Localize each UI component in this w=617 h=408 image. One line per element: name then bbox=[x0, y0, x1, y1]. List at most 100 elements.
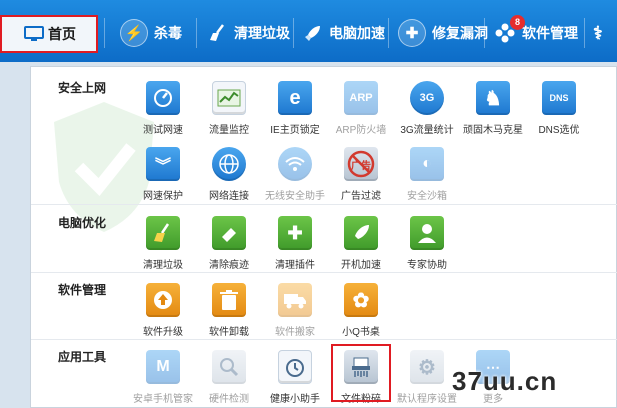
stethoscope-icon: ⚕ bbox=[593, 22, 603, 43]
highlight-box bbox=[331, 344, 391, 402]
top-nav-bar: 首页 ⚡ 杀毒 清理垃圾 电脑加速 ✚ 修复漏洞 8 软件管理 ⚕ bbox=[0, 0, 617, 62]
tab-software-manager-label: 软件管理 bbox=[522, 25, 578, 41]
tool-label: DNS选优 bbox=[538, 125, 580, 136]
hardware-check-icon bbox=[212, 350, 246, 384]
tool-software-upgrade[interactable]: 软件升级 bbox=[127, 283, 199, 338]
tab-toolbox[interactable]: ⚕ bbox=[593, 10, 603, 56]
patch-icon: ✚ bbox=[398, 19, 426, 47]
tool-label: 3G流量统计 bbox=[400, 125, 454, 136]
tool-label: 小Q书桌 bbox=[342, 327, 380, 338]
tab-software-manager[interactable]: 8 软件管理 bbox=[494, 10, 578, 56]
tool-label: 无线安全助手 bbox=[265, 191, 325, 202]
tool-hardware-check[interactable]: 硬件检测 bbox=[193, 350, 265, 405]
tab-home[interactable]: 首页 bbox=[0, 15, 98, 53]
tool-software-move[interactable]: 软件搬家 bbox=[259, 283, 331, 338]
tab-antivirus[interactable]: ⚡ 杀毒 bbox=[120, 10, 182, 56]
speedometer-icon bbox=[146, 81, 180, 115]
tool-dns-optimize[interactable]: DNS DNS选优 bbox=[523, 81, 595, 136]
tab-fix-vulnerability-label: 修复漏洞 bbox=[432, 25, 488, 41]
shield-scan-icon: ⚡ bbox=[120, 19, 148, 47]
tool-label: 硬件检测 bbox=[209, 394, 249, 405]
tool-trojan-killer[interactable]: ♞ 顽固木马克星 bbox=[457, 81, 529, 136]
tool-net-connection[interactable]: 网络连接 bbox=[193, 147, 265, 202]
gear-icon: ⚙ bbox=[410, 350, 444, 384]
truck-icon bbox=[278, 283, 312, 317]
arp-icon: ARP bbox=[344, 81, 378, 115]
tool-sandbox[interactable]: ◐ 安全沙箱 bbox=[391, 147, 463, 202]
tool-label: 安卓手机管家 bbox=[133, 394, 193, 405]
tool-startup-speedup[interactable]: 开机加速 bbox=[325, 216, 397, 271]
3g-icon: 3G bbox=[410, 81, 444, 115]
tool-label: 安全沙箱 bbox=[407, 191, 447, 202]
wifi-icon bbox=[278, 147, 312, 181]
tool-label: IE主页锁定 bbox=[270, 125, 320, 136]
update-count-badge: 8 bbox=[510, 15, 525, 30]
tool-label: 顽固木马克星 bbox=[463, 125, 523, 136]
tab-divider bbox=[196, 18, 197, 48]
tab-home-label: 首页 bbox=[48, 26, 76, 42]
tab-fix-vulnerability[interactable]: ✚ 修复漏洞 bbox=[398, 10, 488, 56]
broom-icon bbox=[146, 216, 180, 250]
tool-software-uninstall[interactable]: 软件卸载 bbox=[193, 283, 265, 338]
tool-q-desk[interactable]: ✿ 小Q书桌 bbox=[325, 283, 397, 338]
dns-icon: DNS bbox=[542, 81, 576, 115]
tool-ie-homepage-lock[interactable]: e IE主页锁定 bbox=[259, 81, 331, 136]
tool-label: 软件升级 bbox=[143, 327, 183, 338]
shield-chevron-icon: ︾ bbox=[146, 147, 180, 181]
tool-label: 清理插件 bbox=[275, 260, 315, 271]
globe-icon bbox=[212, 147, 246, 181]
tool-clear-traces[interactable]: 清除痕迹 bbox=[193, 216, 265, 271]
tab-speedup[interactable]: 电脑加速 bbox=[303, 10, 385, 56]
tool-3g-traffic[interactable]: 3G 3G流量统计 bbox=[391, 81, 463, 136]
toolbox-panel: 安全上网 测试网速 流量监控 e IE主页锁定 ARP ARP防火墙 3G 3G… bbox=[30, 66, 617, 408]
tool-label: 流量监控 bbox=[209, 125, 249, 136]
ie-lock-icon: e bbox=[278, 81, 312, 115]
broom-icon bbox=[208, 19, 228, 47]
tool-expert-assist[interactable]: 专家协助 bbox=[391, 216, 463, 271]
tool-label: 网速保护 bbox=[143, 191, 183, 202]
tool-arp-firewall[interactable]: ARP ARP防火墙 bbox=[325, 81, 397, 136]
tab-antivirus-label: 杀毒 bbox=[154, 25, 182, 41]
section-divider bbox=[31, 272, 617, 273]
tool-traffic-monitor[interactable]: 流量监控 bbox=[193, 81, 265, 136]
ad-block-icon: 广告 bbox=[344, 147, 378, 181]
startup-icon bbox=[344, 216, 378, 250]
tool-label: ARP防火墙 bbox=[335, 125, 387, 136]
tool-clean-junk[interactable]: 清理垃圾 bbox=[127, 216, 199, 271]
sandbox-icon: ◐ bbox=[410, 147, 444, 181]
section-divider bbox=[31, 339, 617, 340]
tool-label: 软件卸载 bbox=[209, 327, 249, 338]
tab-divider bbox=[388, 18, 389, 48]
tool-label: 测试网速 bbox=[143, 125, 183, 136]
upgrade-icon bbox=[146, 283, 180, 317]
section-title-software: 软件管理 bbox=[58, 283, 107, 297]
alarm-clock-icon bbox=[278, 350, 312, 384]
tab-divider bbox=[293, 18, 294, 48]
tool-speed-test[interactable]: 测试网速 bbox=[127, 81, 199, 136]
tab-divider bbox=[484, 18, 485, 48]
tab-divider bbox=[584, 18, 585, 48]
tool-label: 健康小助手 bbox=[270, 394, 320, 405]
trash-icon bbox=[212, 283, 246, 317]
tool-net-protect[interactable]: ︾ 网速保护 bbox=[127, 147, 199, 202]
puzzle-icon: ✚ bbox=[278, 216, 312, 250]
eraser-icon bbox=[212, 216, 246, 250]
tab-divider bbox=[104, 18, 105, 48]
tool-label: 开机加速 bbox=[341, 260, 381, 271]
tool-wifi-assistant[interactable]: 无线安全助手 bbox=[259, 147, 331, 202]
tab-clean-junk-label: 清理垃圾 bbox=[234, 25, 290, 41]
android-manager-icon: M bbox=[146, 350, 180, 384]
tool-label: 网络连接 bbox=[209, 191, 249, 202]
tool-clean-plugins[interactable]: ✚ 清理插件 bbox=[259, 216, 331, 271]
tool-ad-filter[interactable]: 广告 广告过滤 bbox=[325, 147, 397, 202]
tab-clean-junk[interactable]: 清理垃圾 bbox=[208, 10, 290, 56]
tool-android-manager[interactable]: M 安卓手机管家 bbox=[127, 350, 199, 405]
section-title-safe-browsing: 安全上网 bbox=[58, 81, 107, 95]
rocket-icon bbox=[303, 19, 323, 47]
monitor-icon bbox=[24, 20, 44, 48]
tool-health-assistant[interactable]: 健康小助手 bbox=[259, 350, 331, 405]
tool-label: 软件搬家 bbox=[275, 327, 315, 338]
chess-knight-icon: ♞ bbox=[476, 81, 510, 115]
apps-icon: 8 bbox=[494, 15, 525, 47]
tool-label: 专家协助 bbox=[407, 260, 447, 271]
